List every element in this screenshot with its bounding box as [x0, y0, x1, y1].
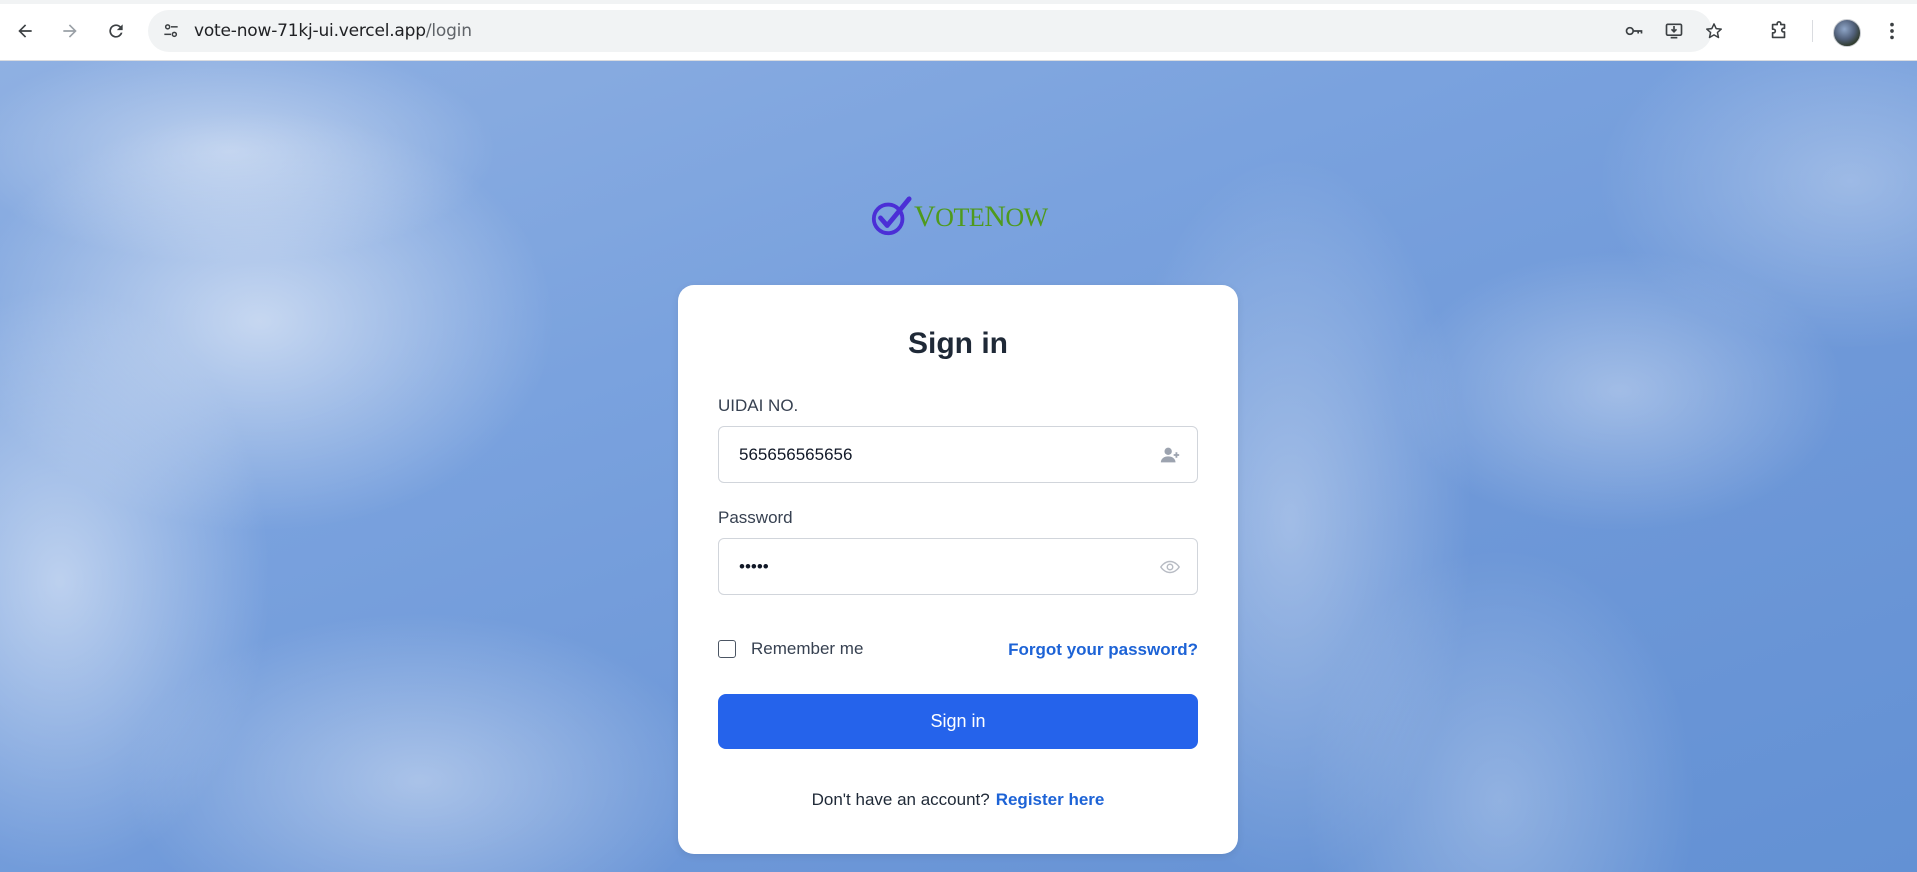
uidai-label: UIDAI NO. — [718, 396, 799, 415]
url-host: vote-now-71kj-ui.vercel.app — [194, 21, 426, 41]
reload-button[interactable] — [100, 15, 132, 47]
logo-wordmark: VOTENOW — [914, 202, 1048, 232]
eye-icon[interactable] — [1159, 556, 1181, 578]
install-app-button[interactable] — [1662, 19, 1686, 43]
site-info-button[interactable] — [158, 18, 184, 44]
star-icon — [1706, 23, 1722, 39]
register-link[interactable]: Register here — [996, 790, 1105, 809]
toolbar-divider — [1812, 20, 1813, 42]
url-text[interactable]: vote-now-71kj-ui.vercel.app/login — [194, 21, 472, 41]
key-icon — [1625, 26, 1643, 36]
remember-me-label: Remember me — [751, 639, 864, 658]
logo-letters-ote: OTE — [935, 203, 985, 232]
password-manager-button[interactable] — [1622, 19, 1646, 43]
reload-icon — [109, 24, 123, 38]
arrow-left-icon — [18, 24, 32, 38]
register-prompt-text: Don't have an account? — [811, 790, 990, 809]
tab-strip-edge — [0, 0, 1917, 4]
register-prompt: Don't have an account? Register here — [678, 790, 1238, 810]
arrow-right-icon — [63, 24, 77, 38]
address-bar[interactable]: vote-now-71kj-ui.vercel.app/login — [148, 10, 1722, 52]
browser-menu-button[interactable] — [1877, 16, 1907, 46]
browser-toolbar: vote-now-71kj-ui.vercel.app/login — [0, 0, 1917, 61]
password-input[interactable] — [719, 539, 1159, 594]
install-desktop-icon — [1665, 23, 1683, 39]
remember-me[interactable]: Remember me — [718, 638, 863, 660]
puzzle-icon — [1771, 21, 1786, 39]
uidai-input[interactable] — [719, 427, 1159, 482]
logo-letter-v: V — [914, 200, 936, 233]
profile-avatar[interactable] — [1833, 19, 1861, 47]
remember-me-checkbox[interactable] — [718, 640, 736, 658]
password-label: Password — [718, 508, 793, 527]
forgot-password-link[interactable]: Forgot your password? — [1008, 640, 1198, 660]
votenow-logo: VOTENOW — [870, 193, 1048, 237]
logo-letters-ow: OW — [1005, 203, 1048, 232]
uidai-field — [718, 426, 1198, 483]
user-icon — [1159, 444, 1181, 466]
url-path: /login — [425, 21, 472, 41]
check-circle-icon — [871, 196, 912, 236]
bookmark-button[interactable] — [1702, 19, 1726, 43]
sign-in-button[interactable]: Sign in — [718, 694, 1198, 749]
forward-button[interactable] — [54, 15, 86, 47]
sign-in-title: Sign in — [908, 327, 1008, 360]
back-button[interactable] — [9, 15, 41, 47]
login-page: VOTENOW Sign in UIDAI NO. Password — [0, 61, 1917, 872]
password-field — [718, 538, 1198, 595]
logo-letter-n: N — [984, 200, 1006, 233]
more-vertical-icon — [1890, 22, 1894, 40]
extensions-button[interactable] — [1764, 16, 1794, 46]
sign-in-card: Sign in UIDAI NO. Password — [678, 285, 1238, 854]
tune-icon — [164, 24, 178, 38]
